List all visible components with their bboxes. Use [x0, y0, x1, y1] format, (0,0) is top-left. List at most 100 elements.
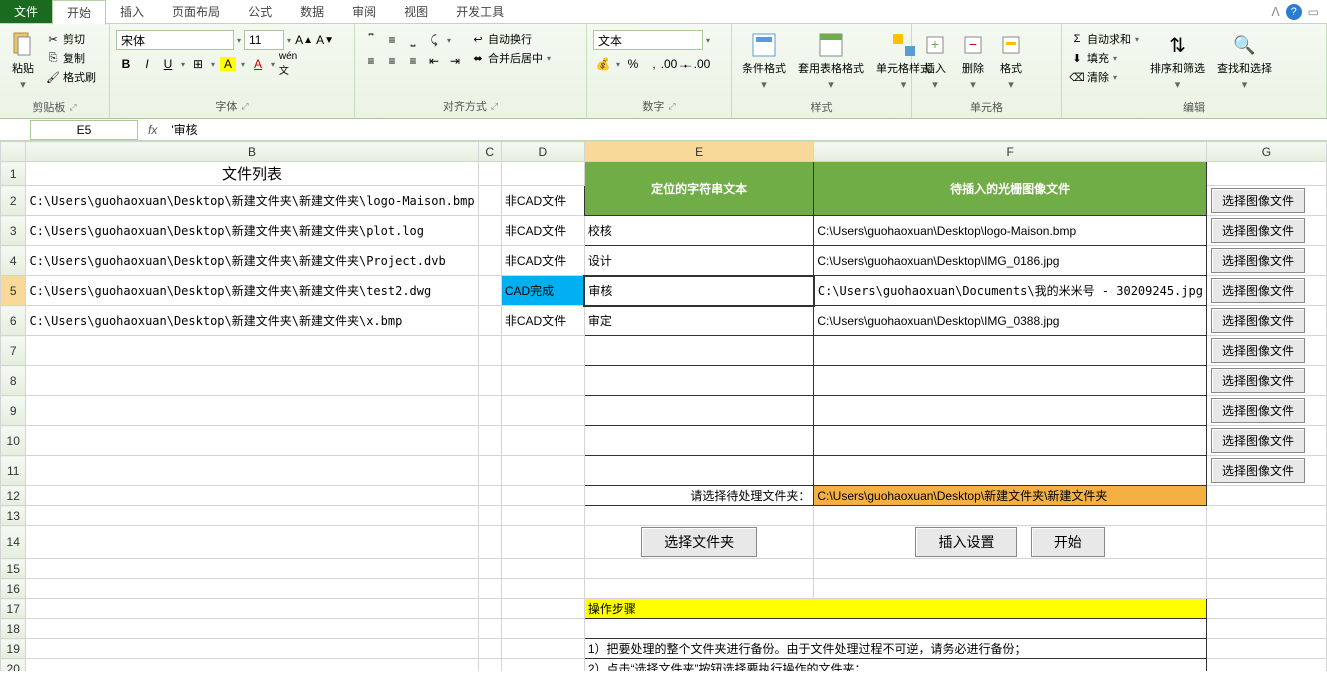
start-button[interactable]: 开始 [1031, 527, 1105, 557]
cell[interactable] [1206, 599, 1326, 619]
chevron-down-icon[interactable]: ▾ [704, 36, 712, 45]
expand-icon[interactable]: ⤢ [69, 102, 76, 113]
cell[interactable]: 选择图像文件 [1206, 306, 1326, 336]
row-header[interactable]: 8 [1, 366, 26, 396]
cell[interactable]: 选择图像文件 [1206, 246, 1326, 276]
cell[interactable] [1206, 659, 1326, 672]
grow-font-icon[interactable]: A▲ [294, 30, 314, 50]
fill-button[interactable]: ⬇填充▾ [1068, 49, 1142, 67]
cell[interactable] [26, 506, 478, 526]
cell[interactable] [478, 456, 501, 486]
name-box[interactable]: E5 [30, 120, 138, 140]
cell[interactable] [478, 426, 501, 456]
cell[interactable]: 待插入的光栅图像文件 [814, 162, 1207, 216]
cell[interactable]: CAD完成 [501, 276, 584, 306]
cell[interactable]: C:\Users\guohaoxuan\Desktop\新建文件夹\新建文件夹\… [26, 246, 478, 276]
select-image-button[interactable]: 选择图像文件 [1211, 248, 1305, 273]
choose-folder-button[interactable]: 选择文件夹 [641, 527, 757, 557]
cell[interactable] [26, 579, 478, 599]
window-restore-icon[interactable]: ▭ [1308, 5, 1319, 19]
cell[interactable] [26, 639, 478, 659]
cell[interactable] [478, 486, 501, 506]
cell[interactable] [584, 619, 1206, 639]
cell[interactable] [478, 579, 501, 599]
cell[interactable] [26, 366, 478, 396]
cell[interactable] [501, 526, 584, 559]
cell[interactable]: 校核 [584, 216, 813, 246]
format-painter-button[interactable]: 🖌格式刷 [44, 68, 97, 86]
row-header[interactable]: 1 [1, 162, 26, 186]
cell[interactable] [584, 506, 813, 526]
phonetic-button[interactable]: wén文 [278, 54, 298, 74]
row-header[interactable]: 18 [1, 619, 26, 639]
col-header-c[interactable]: C [478, 142, 501, 162]
expand-icon[interactable]: ⤢ [668, 101, 675, 112]
font-color-button[interactable]: A [248, 54, 268, 74]
cell[interactable] [478, 246, 501, 276]
col-header-d[interactable]: D [501, 142, 584, 162]
cell[interactable] [478, 336, 501, 366]
align-top-icon[interactable]: ⎴ [361, 30, 381, 50]
cell[interactable]: 请选择待处理文件夹： [584, 486, 813, 506]
underline-button[interactable]: U [158, 54, 178, 74]
cell[interactable]: 定位的字符串文本 [584, 162, 813, 216]
tab-data[interactable]: 数据 [286, 0, 338, 23]
cell[interactable] [26, 486, 478, 506]
cell[interactable]: 选择文件夹 [584, 526, 813, 559]
cell[interactable] [584, 426, 813, 456]
cell[interactable]: 选择图像文件 [1206, 276, 1326, 306]
cell[interactable]: C:\Users\guohaoxuan\Desktop\新建文件夹\新建文件夹\… [26, 306, 478, 336]
cell[interactable] [814, 396, 1207, 426]
cell[interactable] [814, 426, 1207, 456]
cell[interactable] [501, 619, 584, 639]
cell[interactable] [584, 579, 813, 599]
shrink-font-icon[interactable]: A▼ [315, 30, 335, 50]
cell[interactable] [1206, 619, 1326, 639]
cell[interactable] [501, 506, 584, 526]
dec-decimal-icon[interactable]: ←.00 [686, 54, 706, 74]
tab-view[interactable]: 视图 [390, 0, 442, 23]
copy-button[interactable]: ⎘复制 [44, 49, 97, 67]
cell[interactable] [814, 506, 1207, 526]
cell[interactable] [584, 559, 813, 579]
insert-settings-button[interactable]: 插入设置 [915, 527, 1017, 557]
cell[interactable] [478, 619, 501, 639]
cell[interactable] [478, 162, 501, 186]
col-header-f[interactable]: F [814, 142, 1207, 162]
expand-icon[interactable]: ⤢ [491, 101, 498, 112]
cell[interactable]: 设计 [584, 246, 813, 276]
sheet-area[interactable]: B C D E F G 1 文件列表 定位的字符串文本 待插入的光栅图像文件 2… [0, 141, 1327, 671]
cell[interactable] [501, 426, 584, 456]
cell[interactable]: 选择图像文件 [1206, 216, 1326, 246]
cell[interactable] [814, 366, 1207, 396]
cell[interactable] [1206, 506, 1326, 526]
row-header[interactable]: 10 [1, 426, 26, 456]
cell[interactable] [1206, 486, 1326, 506]
number-format-select[interactable] [593, 30, 703, 50]
cell[interactable]: 操作步骤 [584, 599, 1206, 619]
border-button[interactable]: ⊞ [188, 54, 208, 74]
cell[interactable] [584, 336, 813, 366]
cell[interactable] [478, 599, 501, 619]
select-all-corner[interactable] [1, 142, 26, 162]
tab-insert[interactable]: 插入 [106, 0, 158, 23]
align-bottom-icon[interactable]: ⎵ [403, 30, 423, 50]
cell[interactable] [26, 396, 478, 426]
cell[interactable]: 选择图像文件 [1206, 456, 1326, 486]
formula-input[interactable]: '审核 [167, 119, 1327, 140]
align-right-icon[interactable]: ≡ [403, 51, 423, 71]
row-header[interactable]: 14 [1, 526, 26, 559]
cell[interactable]: C:\Users\guohaoxuan\Desktop\新建文件夹\新建文件夹\… [26, 276, 478, 306]
cell[interactable] [26, 336, 478, 366]
col-header-e[interactable]: E [584, 142, 813, 162]
cell[interactable] [501, 559, 584, 579]
cell[interactable]: C:\Users\guohaoxuan\Desktop\新建文件夹\新建文件夹\… [26, 216, 478, 246]
cell[interactable] [501, 396, 584, 426]
cell[interactable] [26, 426, 478, 456]
font-family-select[interactable] [116, 30, 234, 50]
cell[interactable] [501, 599, 584, 619]
cell[interactable] [584, 396, 813, 426]
cell[interactable] [501, 366, 584, 396]
cell[interactable] [584, 456, 813, 486]
cell[interactable] [501, 659, 584, 672]
